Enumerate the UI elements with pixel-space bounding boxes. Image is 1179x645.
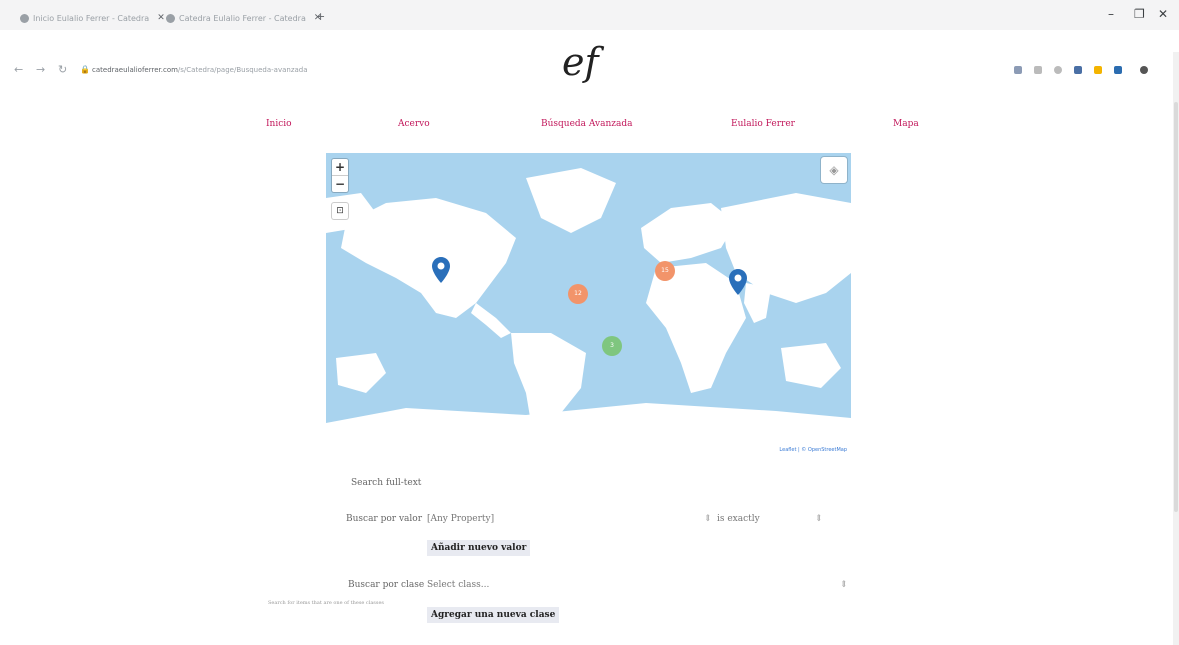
select-arrow-icon: ⇕ — [815, 514, 823, 524]
maximize-button[interactable]: ❐ — [1134, 7, 1145, 21]
map-attribution[interactable]: Leaflet | © OpenStreetMap — [777, 447, 849, 453]
globe-icon — [166, 13, 175, 23]
globe-icon — [20, 13, 29, 23]
operator-select[interactable]: is exactly — [717, 514, 760, 524]
nav-eulalio-ferrer[interactable]: Eulalio Ferrer — [731, 119, 795, 129]
map-marker-icon[interactable] — [432, 257, 450, 283]
extension-icon[interactable] — [1094, 66, 1102, 74]
select-arrow-icon: ⇕ — [840, 580, 848, 590]
class-select[interactable]: Select class... — [427, 580, 489, 590]
zoom-control: + − — [332, 159, 348, 192]
add-class-button[interactable]: Agregar una nueva clase — [427, 607, 560, 623]
zoom-out-button[interactable]: − — [332, 175, 348, 192]
marker-cluster[interactable]: 12 — [568, 284, 588, 304]
search-by-class-label: Buscar por clase — [348, 580, 425, 590]
add-value-button[interactable]: Añadir nuevo valor — [427, 540, 531, 556]
cluster-count: 12 — [574, 290, 582, 297]
property-select[interactable]: [Any Property] — [427, 514, 494, 524]
star-icon[interactable] — [1034, 66, 1042, 74]
new-tab-button[interactable]: + — [316, 10, 325, 23]
close-tab-icon[interactable]: ✕ — [157, 13, 165, 23]
close-window-button[interactable]: ✕ — [1158, 7, 1168, 21]
fullscreen-icon[interactable]: ⊡ — [332, 203, 348, 219]
url-path: /s/Catedra/page/Busqueda-avanzada — [177, 66, 308, 74]
marker-cluster[interactable]: 3 — [602, 336, 622, 356]
zoom-in-button[interactable]: + — [332, 159, 348, 175]
scrollbar[interactable] — [1173, 52, 1179, 645]
map-marker-icon[interactable] — [729, 269, 747, 295]
layers-icon[interactable]: ◈ — [821, 157, 847, 183]
site-logo[interactable]: ef — [562, 40, 599, 84]
forward-icon[interactable]: → — [36, 63, 45, 76]
world-map[interactable]: + − ⊡ ◈ 15 12 3 Leaflet | © OpenStreetMa… — [326, 153, 851, 455]
extension-icon[interactable] — [1074, 66, 1082, 74]
extension-icon[interactable] — [1014, 66, 1022, 74]
nav-inicio[interactable]: Inicio — [266, 119, 292, 129]
minimize-button[interactable]: – — [1108, 7, 1114, 21]
browser-tab[interactable]: Inicio Eulalio Ferrer - Catedra ✕ — [20, 9, 165, 27]
tab-title: Catedra Eulalio Ferrer - Catedra — [179, 13, 306, 23]
scrollbar-thumb[interactable] — [1174, 102, 1178, 512]
select-arrow-icon: ⇕ — [704, 514, 712, 524]
map-land — [326, 168, 851, 455]
extension-icon[interactable] — [1114, 66, 1122, 74]
url-field[interactable]: catedraeulalioferrer.com/s/Catedra/page/… — [92, 66, 308, 74]
cluster-count: 3 — [610, 342, 614, 349]
cluster-count: 15 — [661, 267, 669, 274]
tab-title: Inicio Eulalio Ferrer - Catedra — [33, 13, 150, 23]
extension-icon[interactable] — [1054, 66, 1062, 74]
profile-icon[interactable] — [1140, 66, 1148, 74]
browser-tab-active[interactable]: Catedra Eulalio Ferrer - Catedra ✕ — [166, 9, 321, 27]
nav-busqueda-avanzada[interactable]: Búsqueda Avanzada — [541, 119, 633, 129]
reload-icon[interactable]: ↻ — [58, 63, 67, 76]
nav-acervo[interactable]: Acervo — [398, 119, 430, 129]
nav-mapa[interactable]: Mapa — [893, 119, 919, 129]
browser-tab-bar: Inicio Eulalio Ferrer - Catedra ✕ Catedr… — [0, 0, 1179, 30]
back-icon[interactable]: ← — [14, 63, 23, 76]
marker-cluster[interactable]: 15 — [655, 261, 675, 281]
url-domain: catedraeulalioferrer.com — [92, 66, 178, 74]
search-by-value-label: Buscar por valor — [346, 514, 422, 524]
search-full-text-label: Search full-text — [351, 478, 422, 488]
class-hint: Search for items that are one of these c… — [268, 600, 384, 606]
lock-icon: 🔒 — [80, 65, 90, 74]
